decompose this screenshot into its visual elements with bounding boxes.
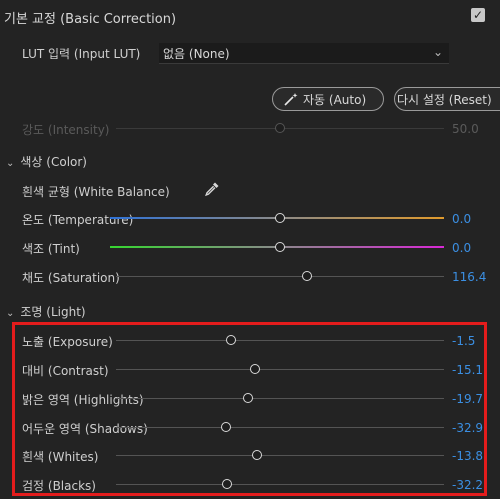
color-section-header[interactable]: ⌄ 색상 (Color) — [6, 153, 87, 170]
magic-wand-icon — [284, 93, 298, 106]
saturation-value[interactable]: 116.4 — [452, 270, 486, 284]
tint-slider-thumb[interactable] — [275, 242, 285, 252]
check-icon: ✓ — [472, 8, 484, 22]
enable-checkbox[interactable]: ✓ — [471, 8, 485, 22]
temperature-label: 온도 (Temperature) — [22, 213, 134, 227]
light-section-title: 조명 (Light) — [20, 305, 86, 319]
chevron-down-icon: ⌄ — [432, 45, 443, 59]
highlight-annotation-box — [12, 322, 487, 496]
lut-label: LUT 입력 (Input LUT) — [22, 47, 141, 61]
saturation-slider-thumb[interactable] — [302, 271, 312, 281]
intensity-label: 강도 (Intensity) — [22, 123, 110, 137]
panel-title: 기본 교정 (Basic Correction) — [4, 12, 177, 27]
light-section-header[interactable]: ⌄ 조명 (Light) — [6, 303, 86, 320]
intensity-value[interactable]: 50.0 — [452, 122, 479, 136]
white-balance-label: 흰색 균형 (White Balance) — [22, 185, 170, 199]
temperature-value[interactable]: 0.0 — [452, 212, 471, 226]
lut-value: 없음 (None) — [163, 46, 230, 61]
auto-button-label: 자동 (Auto) — [303, 92, 367, 107]
color-section-title: 색상 (Color) — [20, 155, 87, 169]
auto-button[interactable]: 자동 (Auto) — [272, 87, 384, 111]
chevron-down-icon: ⌄ — [6, 158, 15, 169]
chevron-down-icon: ⌄ — [6, 308, 15, 319]
temperature-slider-thumb[interactable] — [275, 213, 285, 223]
tint-label: 색조 (Tint) — [22, 242, 80, 256]
tint-value[interactable]: 0.0 — [452, 241, 471, 255]
reset-button-label: 다시 설정 (Reset) — [397, 92, 492, 107]
intensity-slider-thumb[interactable] — [275, 123, 285, 133]
saturation-label: 채도 (Saturation) — [22, 271, 120, 285]
saturation-slider-track[interactable] — [116, 276, 444, 277]
lut-dropdown[interactable]: 없음 (None) ⌄ — [159, 43, 449, 64]
eyedropper-icon[interactable] — [204, 181, 220, 197]
reset-button[interactable]: 다시 설정 (Reset) — [394, 87, 500, 111]
